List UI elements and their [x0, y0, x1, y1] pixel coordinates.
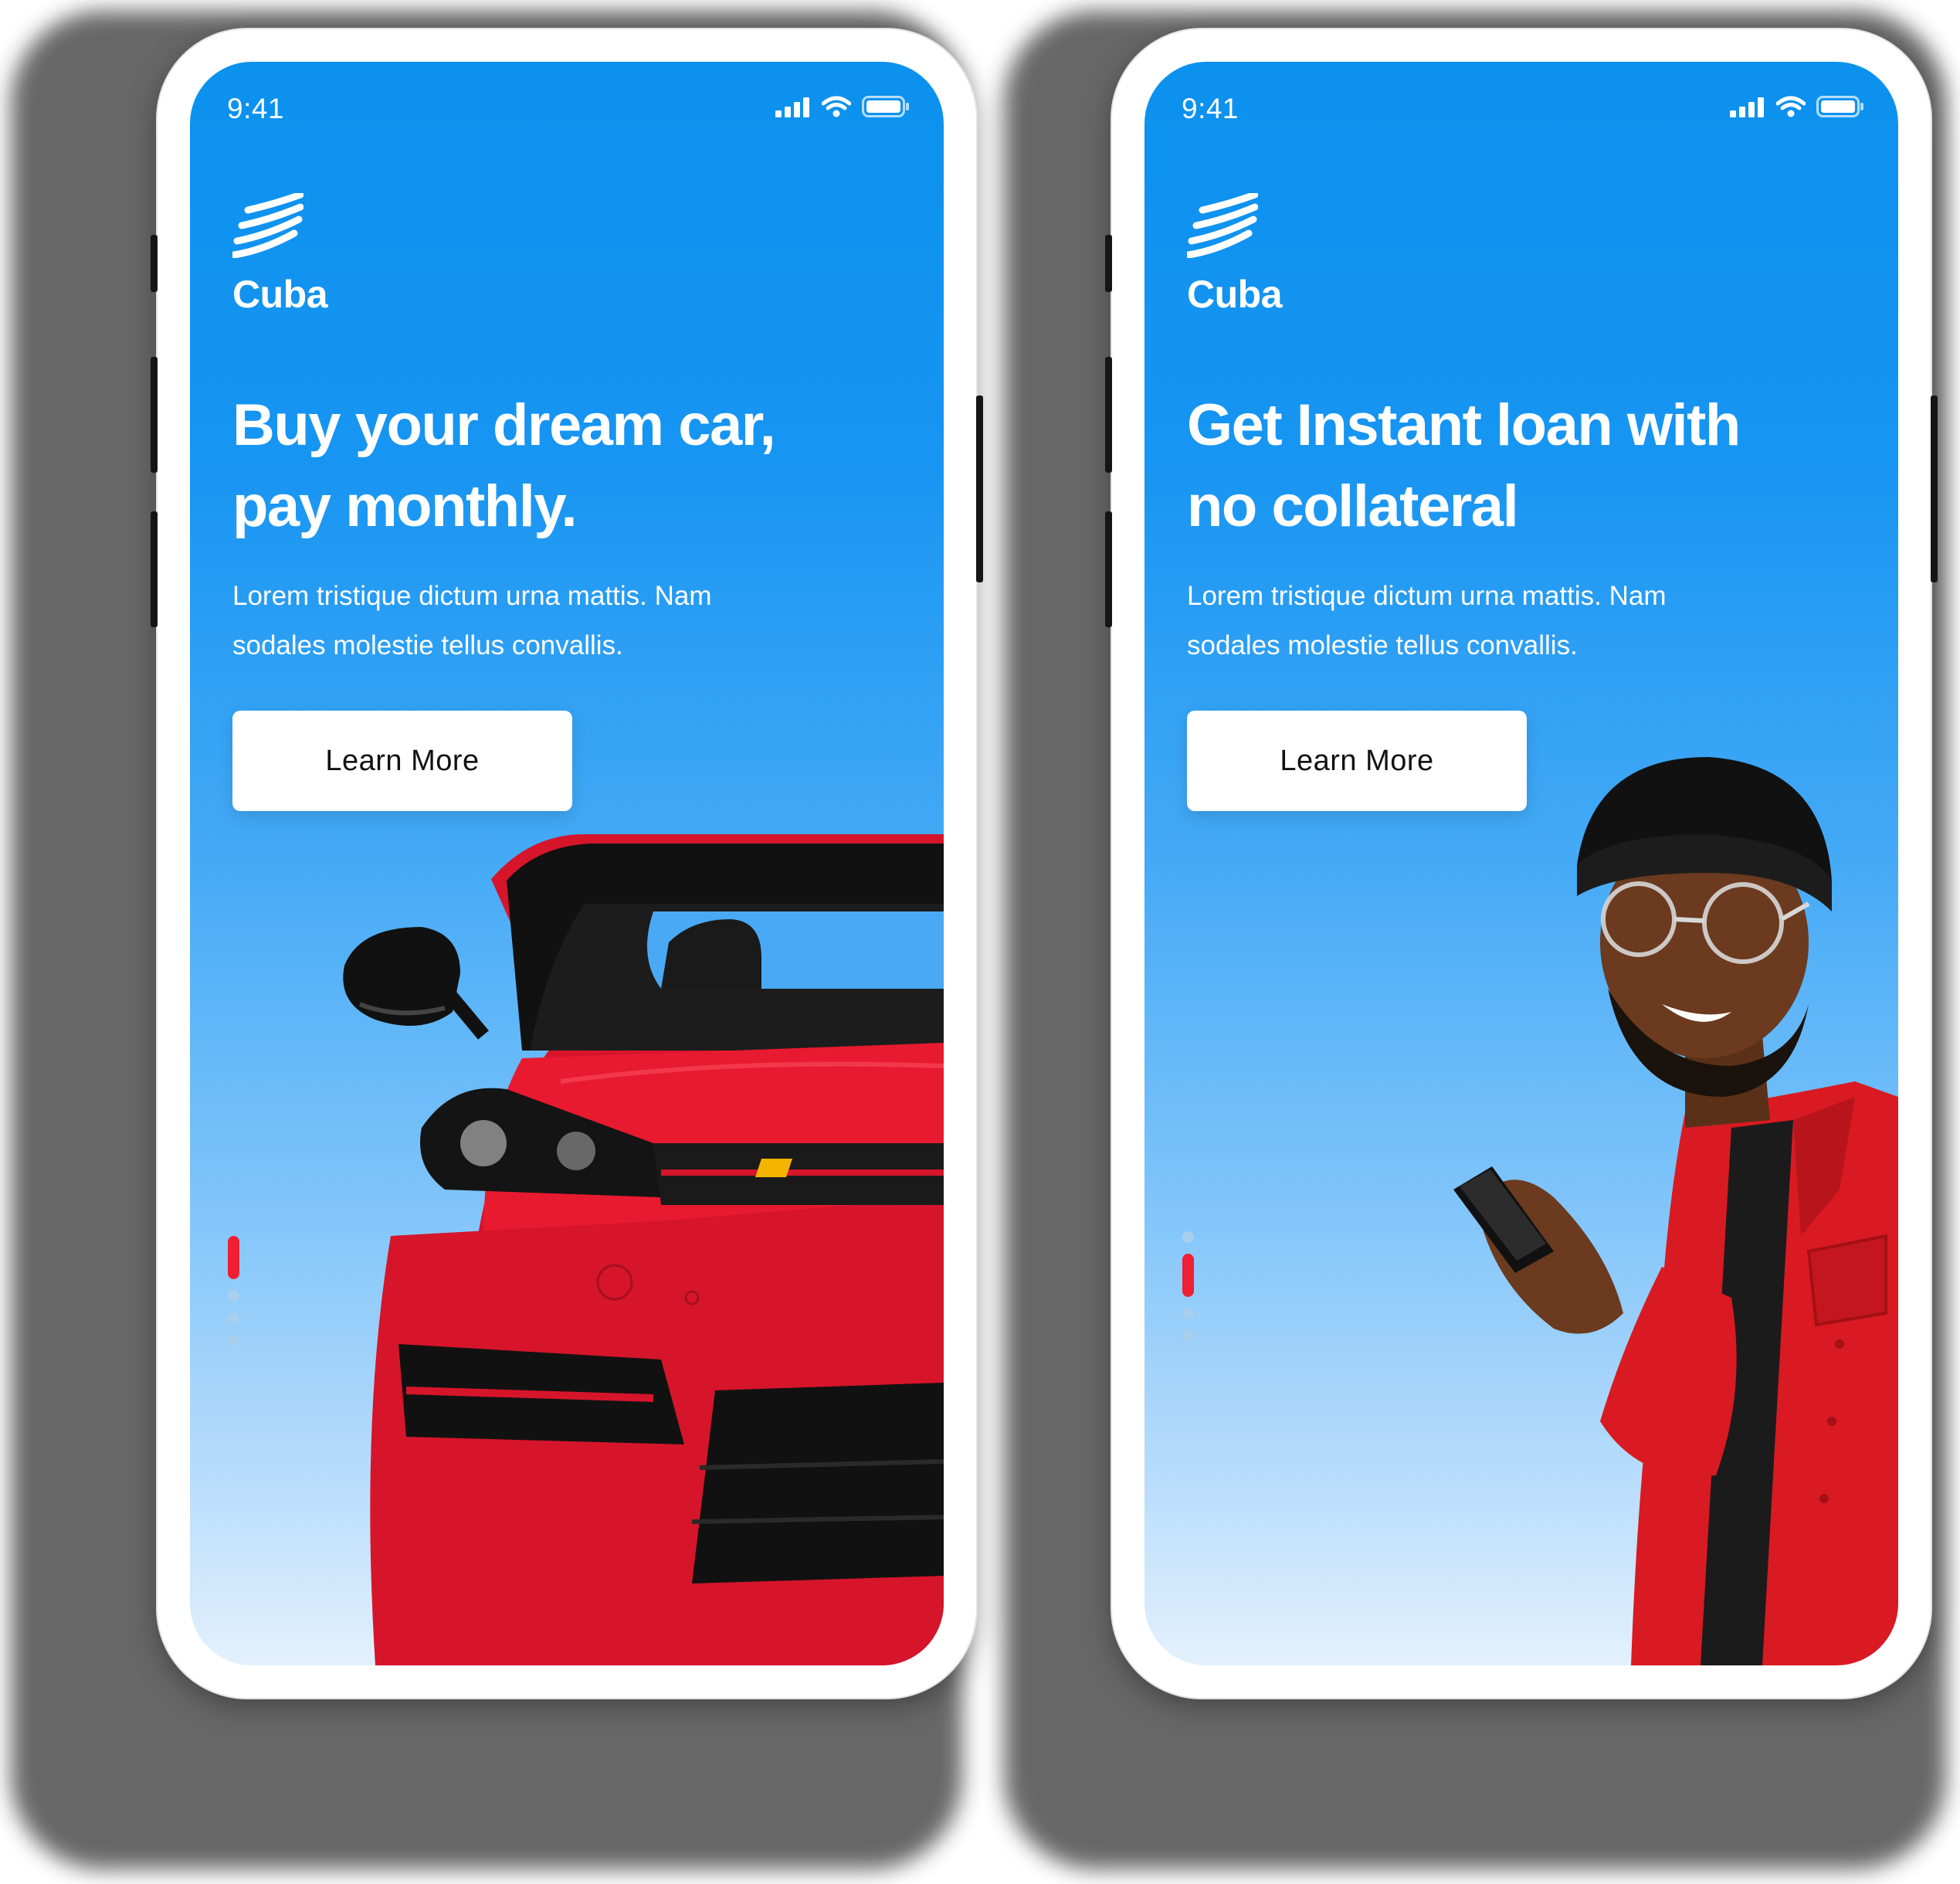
wifi-icon [822, 96, 851, 117]
description-line: Lorem tristique dictum urna mattis. Nam [1187, 581, 1667, 611]
headline-line: Get Instant loan with [1187, 392, 1741, 458]
wifi-icon [1776, 96, 1806, 117]
headline-line: pay monthly. [232, 474, 578, 539]
status-icons [775, 96, 910, 117]
onboarding-screen-loan: 9:41 Cuba Get Instant loan with no colla… [1144, 62, 1898, 1665]
pagination-dot-active[interactable] [227, 1236, 239, 1279]
brand-name: Cuba [232, 273, 328, 316]
pagination-dot[interactable] [227, 1290, 239, 1302]
pagination-dot-active[interactable] [1182, 1254, 1194, 1297]
status-time: 9:41 [1182, 93, 1239, 124]
description-line: Lorem tristique dictum urna mattis. Nam [232, 581, 712, 611]
status-icons [1730, 96, 1864, 117]
pagination-dot[interactable] [1182, 1330, 1194, 1342]
pagination-indicator [1182, 1231, 1194, 1342]
status-time: 9:41 [227, 93, 285, 124]
pagination-dot[interactable] [227, 1335, 239, 1346]
side-button [151, 235, 158, 292]
description-line: sodales molestie tellus convallis. [232, 630, 623, 660]
side-button [976, 395, 983, 582]
side-button [151, 511, 158, 627]
headline: Buy your dream car, pay monthly. [232, 385, 927, 547]
side-button [1105, 511, 1112, 627]
headline-line: no collateral [1187, 474, 1519, 539]
phone-mockup-loan: 9:41 Cuba Get Instant loan with no colla… [1105, 29, 1938, 1698]
pagination-indicator [227, 1236, 239, 1346]
description-line: sodales molestie tellus convallis. [1187, 630, 1578, 660]
pagination-dot[interactable] [227, 1312, 239, 1324]
phone-mockup-car: 9:41 Cuba Buy your dream car, pay monthl… [151, 29, 983, 1698]
onboarding-screen-car: 9:41 Cuba Buy your dream car, pay monthl… [190, 62, 944, 1665]
pagination-dot[interactable] [1182, 1308, 1194, 1319]
description: Lorem tristique dictum urna mattis. Nam … [1187, 572, 1774, 670]
red-car-illustration [343, 834, 944, 1665]
battery-icon [1816, 96, 1863, 117]
stripes-logo-icon [1187, 193, 1258, 258]
side-button [151, 357, 158, 473]
side-button [1105, 235, 1112, 292]
brand-name: Cuba [1187, 273, 1283, 316]
man-with-phone-illustration [1453, 757, 1898, 1665]
battery-icon [862, 96, 909, 117]
pagination-dot[interactable] [1182, 1231, 1194, 1243]
description: Lorem tristique dictum urna mattis. Nam … [232, 572, 819, 670]
signal-icon [1730, 97, 1764, 117]
side-button [1931, 395, 1938, 582]
side-button [1105, 357, 1112, 473]
headline-line: Buy your dream car, [232, 392, 776, 458]
signal-icon [775, 97, 809, 117]
headline: Get Instant loan with no collateral [1187, 385, 1882, 547]
learn-more-button[interactable]: Learn More [232, 711, 572, 811]
stripes-logo-icon [232, 193, 303, 258]
